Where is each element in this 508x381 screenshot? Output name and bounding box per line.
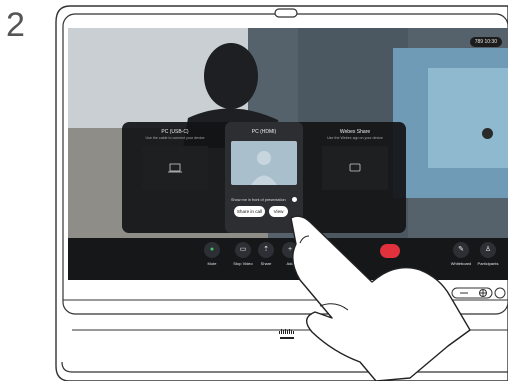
pointing-hand-illustration	[290, 215, 471, 381]
